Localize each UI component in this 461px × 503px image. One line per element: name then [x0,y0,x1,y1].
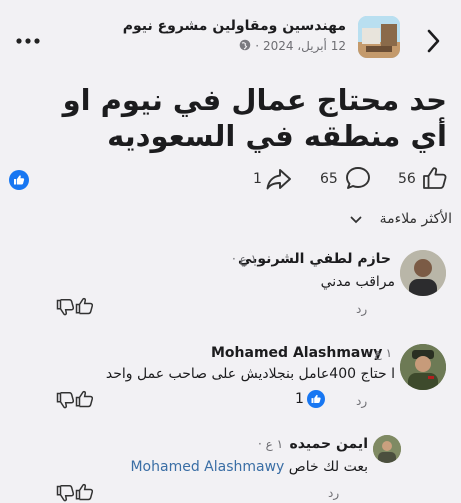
like-count: 56 [398,171,416,187]
chevron-down-icon [350,216,362,224]
group-thumbnail[interactable] [358,16,400,58]
comment-author[interactable]: ايمن حميده [290,436,368,452]
stats-row: 1 65 56 [0,160,461,200]
comment-sort-selector[interactable]: الأكثر ملاءمة [340,205,452,231]
comment: Mohamed Alashmawy ١ ع · ا حتاج 400عامل ب… [0,338,461,428]
globe-icon [240,39,251,51]
comment-text: بعت لك خاص [288,459,368,475]
thumbs-up-icon[interactable] [75,483,93,501]
comment-time: ١ ع · [258,437,284,451]
like-reaction-icon[interactable] [9,170,29,190]
avatar[interactable] [400,344,446,390]
reply-button[interactable]: رد [328,486,339,500]
like-reaction-icon[interactable] [307,390,325,408]
dislike-icon[interactable] [56,299,74,317]
share-icon[interactable] [266,168,292,190]
sort-label: الأكثر ملاءمة [379,211,452,227]
comment-author[interactable]: حازم لطفي الشرنوبي [238,251,391,267]
post-date: 12 أبريل، 2024 · [255,39,346,53]
comment-body: Mohamed Alashmawy بعت لك خاص [130,459,368,475]
avatar[interactable] [373,435,401,463]
reply-button[interactable]: رد [356,302,367,316]
post-meta: 12 أبريل، 2024 · [239,39,346,53]
chevron-left-icon[interactable] [427,29,441,53]
comment-author[interactable]: Mohamed Alashmawy [211,345,382,361]
comment-time: ١ ع · [367,346,393,360]
avatar[interactable] [400,250,446,296]
reaction-count: 1 [295,391,304,407]
group-name[interactable]: مهندسين ومقاولين مشروع نيوم [123,18,346,34]
comment-reply: ايمن حميده ١ ع · Mohamed Alashmawy بعت ل… [0,430,461,503]
dislike-icon[interactable] [56,392,74,410]
share-count: 1 [253,171,262,187]
dislike-icon[interactable] [56,485,74,503]
reply-button[interactable]: رد [356,394,367,408]
mention-link[interactable]: Mohamed Alashmawy [130,459,284,475]
comment: حازم لطفي الشرنوبي ١ ع · مراقب مدني رد [0,240,461,330]
thumbs-up-icon[interactable] [75,297,93,315]
thumbs-up-icon[interactable] [75,390,93,408]
post-header: مهندسين ومقاولين مشروع نيوم 12 أبريل، 20… [0,0,461,70]
comment-body: ا حتاج 400عامل بنجلاديش على صاحب عمل واح… [105,366,395,382]
comment-body: مراقب مدني [320,274,395,290]
thumbs-up-icon[interactable] [422,166,448,190]
comment-icon[interactable] [345,166,371,190]
comment-count: 65 [320,171,338,187]
more-dots-icon[interactable] [16,35,40,47]
comment-time: ١ ع · [232,252,258,266]
post-text: حد محتاج عمال في نيوم او أي منطقه في الس… [62,83,447,153]
